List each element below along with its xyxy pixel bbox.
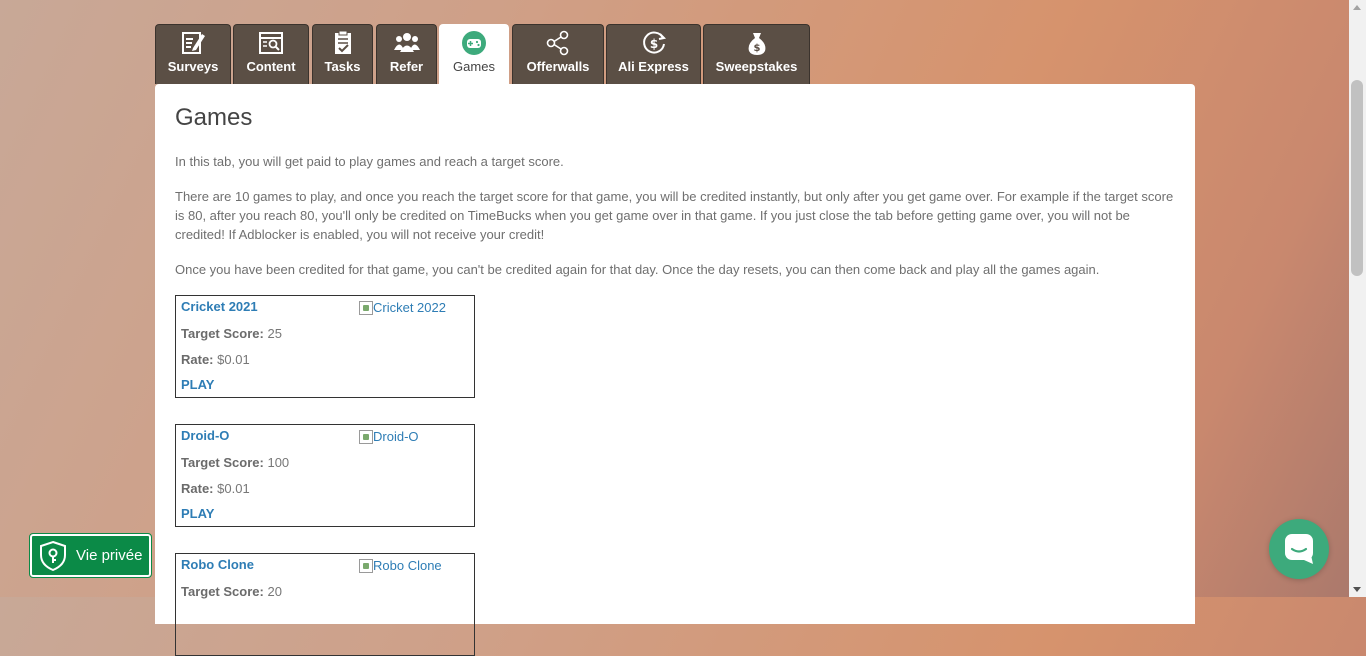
chat-launcher-button[interactable]	[1269, 519, 1329, 579]
game-image[interactable]: Droid-O	[359, 429, 419, 444]
target-score: Target Score: 25	[181, 326, 282, 341]
play-link[interactable]: PLAY	[181, 377, 214, 392]
tab-surveys[interactable]: Surveys	[155, 24, 231, 84]
page-scrollbar[interactable]	[1349, 0, 1366, 597]
broken-image-icon	[359, 558, 373, 573]
tab-label: Surveys	[167, 59, 219, 74]
target-label: Target Score:	[181, 326, 264, 341]
target-score: Target Score: 100	[181, 455, 289, 470]
rate: Rate: $0.01	[181, 481, 250, 496]
refer-icon	[377, 30, 436, 56]
broken-image-icon	[359, 300, 373, 315]
game-image-alt: Cricket 2022	[373, 300, 446, 315]
content-icon	[234, 30, 308, 56]
tasks-icon	[313, 30, 372, 56]
game-title-link[interactable]: Droid-O	[181, 428, 229, 443]
svg-text:$: $	[649, 37, 657, 51]
chat-icon	[1285, 534, 1313, 564]
gamepad-icon	[440, 30, 508, 56]
tab-tasks[interactable]: Tasks	[312, 24, 373, 84]
rate-value: $0.01	[217, 352, 250, 367]
privacy-label: Vie privée	[76, 547, 143, 564]
tab-label: Offerwalls	[526, 59, 590, 74]
tab-games[interactable]: Games	[439, 24, 509, 86]
rate-value: $0.01	[217, 481, 250, 496]
game-image[interactable]: Robo Clone	[359, 558, 442, 573]
target-label: Target Score:	[181, 455, 264, 470]
target-value: 100	[267, 455, 290, 470]
game-card: Cricket 2021 Cricket 2022 Target Score: …	[175, 295, 475, 398]
intro-text: In this tab, you will get paid to play g…	[175, 154, 564, 169]
game-image[interactable]: Cricket 2022	[359, 300, 446, 315]
game-card: Robo Clone Robo Clone Target Score: 20	[175, 553, 475, 656]
page-title: Games	[175, 104, 253, 131]
tab-label: Content	[246, 59, 296, 74]
tab-label: Games	[453, 59, 495, 74]
rules-text: There are 10 games to play, and once you…	[175, 189, 1174, 242]
scroll-up-arrow-icon[interactable]	[1353, 5, 1361, 10]
game-card: Droid-O Droid-O Target Score: 100 Rate: …	[175, 424, 475, 527]
tab-offerwalls[interactable]: Offerwalls	[512, 24, 604, 84]
tab-label: Ali Express	[618, 59, 689, 74]
rate: Rate: $0.01	[181, 352, 250, 367]
dollar-circle-icon: $	[607, 30, 700, 56]
game-title-link[interactable]: Robo Clone	[181, 557, 254, 572]
games-panel: Games In this tab, you will get paid to …	[155, 84, 1195, 656]
share-icon	[513, 30, 603, 56]
svg-text:$: $	[753, 43, 760, 54]
tab-label: Refer	[389, 59, 424, 74]
privacy-button[interactable]: Vie privée	[29, 533, 152, 578]
broken-image-icon	[359, 429, 373, 444]
scroll-down-arrow-icon[interactable]	[1353, 587, 1361, 592]
play-link[interactable]: PLAY	[181, 506, 214, 521]
money-bag-icon: $	[704, 30, 809, 56]
scrollbar-thumb[interactable]	[1351, 80, 1363, 276]
tab-content[interactable]: Content	[233, 24, 309, 84]
tab-label: Tasks	[324, 59, 361, 74]
survey-icon	[156, 30, 230, 56]
tab-sweepstakes[interactable]: $ Sweepstakes	[703, 24, 810, 84]
rate-label: Rate:	[181, 481, 214, 496]
rate-label: Rate:	[181, 352, 214, 367]
target-value: 25	[267, 326, 282, 341]
reset-text: Once you have been credited for that gam…	[175, 262, 1100, 277]
privacy-shield-icon	[40, 540, 66, 571]
game-image-alt: Droid-O	[373, 429, 419, 444]
tab-refer[interactable]: Refer	[376, 24, 437, 84]
tab-ali-express[interactable]: $ Ali Express	[606, 24, 701, 84]
game-title-link[interactable]: Cricket 2021	[181, 299, 258, 314]
game-image-alt: Robo Clone	[373, 558, 442, 573]
tab-label: Sweepstakes	[715, 59, 798, 74]
